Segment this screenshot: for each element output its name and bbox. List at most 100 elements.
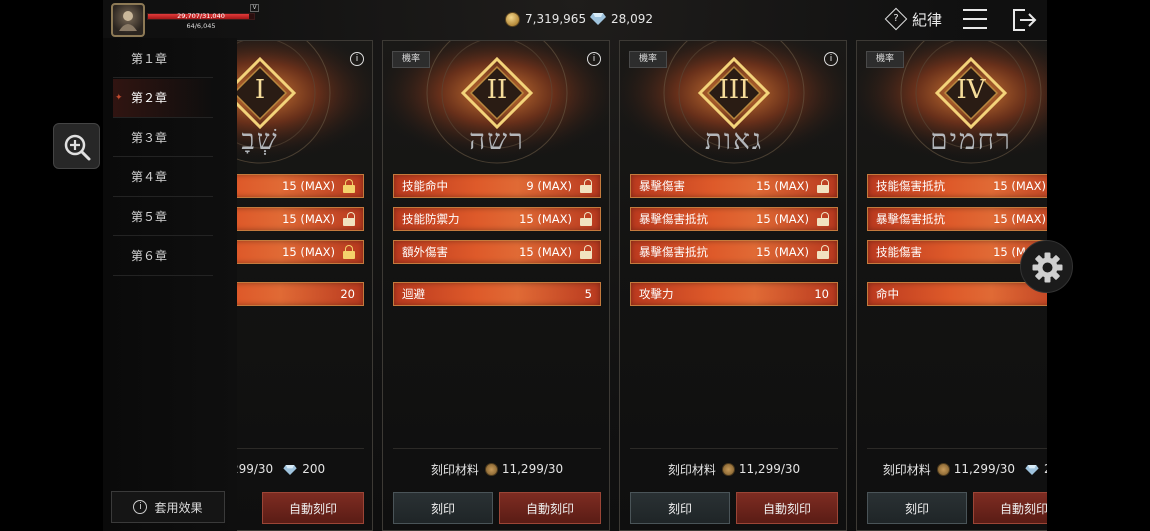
chapter-item[interactable]: 第４章 [113,158,213,197]
imprint-cost: 刻印材料 11,299/30 [620,460,846,478]
material-count: 11,299/30 [738,462,801,476]
rune-panel: II רשה 機率 i 技能命中 9 (MAX) 技能防禦力 15 (MAX) 額外傷害 15 (… [382,40,610,531]
rune-inscription: רחמים [930,123,1012,156]
zoom-in-button[interactable] [53,123,100,169]
divider [630,448,838,449]
rune-inscription: רשה [469,123,525,156]
lock-open-icon[interactable] [580,179,592,193]
auto-imprint-button[interactable]: 自動刻印 [499,492,601,524]
divider [867,448,1047,449]
imprint-button[interactable]: 刻印 [867,492,967,524]
probability-button[interactable]: 機率 [629,51,667,68]
bonus-name: 攻擊力 [639,287,674,301]
material-scroll-icon [936,462,950,476]
lock-open-icon[interactable] [343,212,355,226]
info-icon[interactable]: i [587,52,601,66]
chapter-item[interactable]: 第５章 [113,197,213,236]
lock-open-icon[interactable] [817,212,829,226]
avatar[interactable] [111,3,145,37]
stat-value: 15 (MAX) [282,179,335,193]
divider [393,448,601,449]
imprint-button[interactable]: 刻印 [630,492,730,524]
rune-panel: IVרחמים機率i技能傷害抵抗15 (MAX)暴擊傷害抵抗15 (MAX)技能… [856,40,1047,531]
rules-label: 紀律 [912,10,943,29]
cost-label: 刻印材料 [882,462,931,477]
auto-imprint-button[interactable]: 自動刻印 [973,492,1047,524]
diamond-cost: 20 [1044,462,1047,476]
auto-imprint-button[interactable]: 自動刻印 [262,492,364,524]
lock-closed-icon[interactable] [343,179,355,193]
stat-value: 15 (MAX) [993,179,1046,193]
imprint-button[interactable]: 刻印 [393,492,493,524]
chapter-label: 第２章 [131,91,168,105]
stat-name: 暴擊傷害抵抗 [876,212,945,226]
diamond-icon [590,13,606,25]
gold-coin-icon [505,11,520,27]
stat-value: 15 (MAX) [282,212,335,226]
diamond-icon [1025,464,1039,475]
bonus-value: 10 [814,287,829,301]
bonus-name: 迴避 [402,287,425,301]
chapter-label: 第５章 [131,209,168,224]
apply-effect-button[interactable]: i 套用效果 [111,491,225,523]
info-icon[interactable]: i [824,52,838,66]
chapter-item[interactable]: 第１章 [113,39,213,78]
cost-label: 刻印材料 [667,462,716,477]
stat-name: 技能傷害 [876,245,922,259]
lock-open-icon[interactable] [817,245,829,259]
lock-open-icon[interactable] [817,179,829,193]
stat-name: 技能傷害抵抗 [876,179,945,193]
stat-name: 額外傷害 [402,245,448,259]
hamburger-icon[interactable] [963,9,987,29]
bonus-value: 20 [340,287,355,301]
rune-numeral: II [486,75,508,105]
top-bar: 29,707/31,040 64/6,045 V 7,319,965 28,09… [103,0,1047,38]
question-diamond-icon: ? [884,7,908,31]
rune-numeral: IV [956,75,986,105]
stat-value: 9 (MAX) [526,179,572,193]
lock-open-icon[interactable] [580,245,592,259]
cost-label: 刻印材料 [430,462,479,477]
game-view: I שְׁבָ i 15 (MAX) 15 (MAX) 15 (MAX) 20 11,299/… [103,0,1047,531]
chapter-label: 第１章 [131,51,168,66]
stat-value: 15 (MAX) [519,212,572,226]
rune-numeral: III [718,75,750,105]
bonus-stat-row: 迴避 5 [393,282,601,306]
bonus-value: 5 [584,287,592,301]
chapter-item[interactable]: 第３章 [113,118,213,157]
auto-imprint-button[interactable]: 自動刻印 [736,492,838,524]
bonus-stat-row: 命中 [867,282,1047,306]
chapter-item[interactable]: ✦ 第２章 [113,78,213,118]
exit-icon[interactable] [1011,8,1037,32]
stat-value: 15 (MAX) [282,245,335,259]
rules-button[interactable]: ? 紀律 [884,7,943,31]
material-scroll-icon [484,462,498,476]
stat-row: 技能防禦力 15 (MAX) [393,207,601,231]
stat-row: 暴擊傷害抵抗 15 (MAX) [867,207,1047,231]
stat-name: 暴擊傷害 [639,179,685,193]
settings-button[interactable] [1020,240,1073,293]
hp-text: 29,707/31,040 [177,12,225,20]
stat-name: 暴擊傷害抵抗 [639,212,708,226]
probability-button[interactable]: 機率 [392,51,430,68]
lock-closed-icon[interactable] [343,245,355,259]
probability-button[interactable]: 機率 [866,51,904,68]
chapter-item[interactable]: 第６章 [113,237,213,276]
chapter-label: 第４章 [131,170,168,184]
chapter-label: 第３章 [131,130,168,145]
diamond-icon [283,464,297,475]
active-marker-icon: ✦ [115,92,123,103]
bonus-stat-row: 攻擊力 10 [630,282,838,306]
chapter-sidebar: 第１章 ✦ 第２章第３章第４章第５章第６章 i 套用效果 [103,38,237,531]
diamond-cost: 200 [302,462,326,476]
stat-value: 15 (MAX) [993,212,1046,226]
stat-value: 15 (MAX) [756,212,809,226]
stat-row: 額外傷害 15 (MAX) [393,240,601,264]
lock-open-icon[interactable] [580,212,592,226]
player-status[interactable]: 29,707/31,040 64/6,045 V [111,3,259,37]
mp-text: 64/6,045 [186,22,216,30]
info-icon[interactable]: i [350,52,364,66]
expand-badge[interactable]: V [250,4,259,12]
gold-counter: 7,319,965 [505,10,586,28]
stat-value: 15 (MAX) [756,179,809,193]
